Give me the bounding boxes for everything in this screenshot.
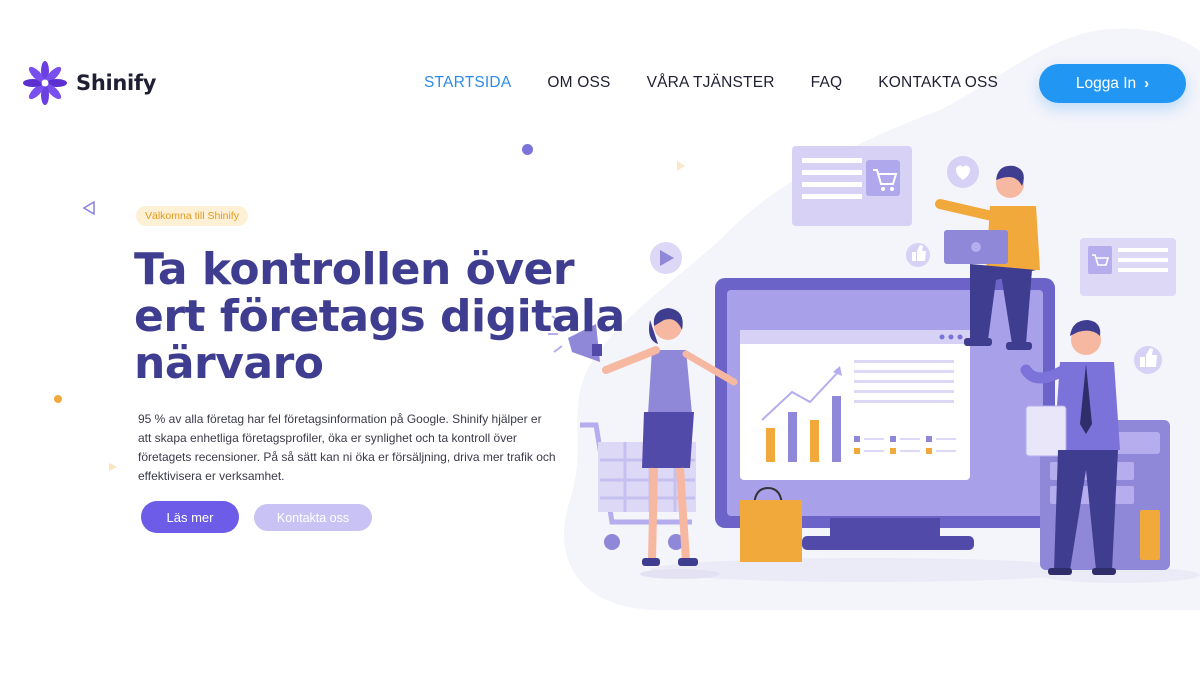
dot-decoration bbox=[522, 144, 533, 155]
main-nav: STARTSIDA OM OSS VÅRA TJÄNSTER FAQ KONTA… bbox=[424, 74, 998, 92]
heart-bubble-icon bbox=[947, 156, 979, 188]
brand-name: Shinify bbox=[76, 71, 157, 95]
contact-us-button[interactable]: Kontakta oss bbox=[254, 504, 372, 531]
product-card-graphic bbox=[792, 146, 912, 226]
play-bubble-icon bbox=[650, 242, 682, 274]
hero-description: 95 % av alla företag har fel företagsinf… bbox=[138, 412, 556, 483]
nav-item-faq[interactable]: FAQ bbox=[811, 74, 843, 92]
flower-logo-icon bbox=[23, 61, 67, 105]
chevron-right-icon: › bbox=[1144, 75, 1150, 92]
welcome-badge: Välkomna till Shinify bbox=[136, 206, 248, 226]
thumbs-up-bubble-icon bbox=[1134, 346, 1162, 374]
login-button-label: Logga In bbox=[1075, 74, 1137, 92]
nav-item-startsida[interactable]: STARTSIDA bbox=[424, 74, 511, 92]
nav-item-om-oss[interactable]: OM OSS bbox=[547, 74, 610, 92]
dot-decoration bbox=[54, 395, 62, 403]
read-more-button[interactable]: Läs mer bbox=[141, 501, 239, 533]
site-header: Shinify STARTSIDA OM OSS VÅRA TJÄNSTER F… bbox=[0, 0, 1200, 140]
logo[interactable]: Shinify bbox=[20, 58, 156, 108]
triangle-decoration bbox=[109, 463, 117, 471]
hero-title: Ta kontrollen över ert företags digitala… bbox=[134, 244, 625, 389]
nav-item-kontakta-oss[interactable]: KONTAKTA OSS bbox=[878, 74, 998, 92]
thumbs-up-bubble-icon bbox=[906, 243, 930, 267]
nav-item-vara-tjanster[interactable]: VÅRA TJÄNSTER bbox=[647, 74, 775, 92]
product-card-graphic bbox=[1080, 238, 1176, 296]
triangle-outline-decoration bbox=[82, 201, 95, 215]
login-button[interactable]: Logga In › bbox=[1039, 64, 1186, 103]
